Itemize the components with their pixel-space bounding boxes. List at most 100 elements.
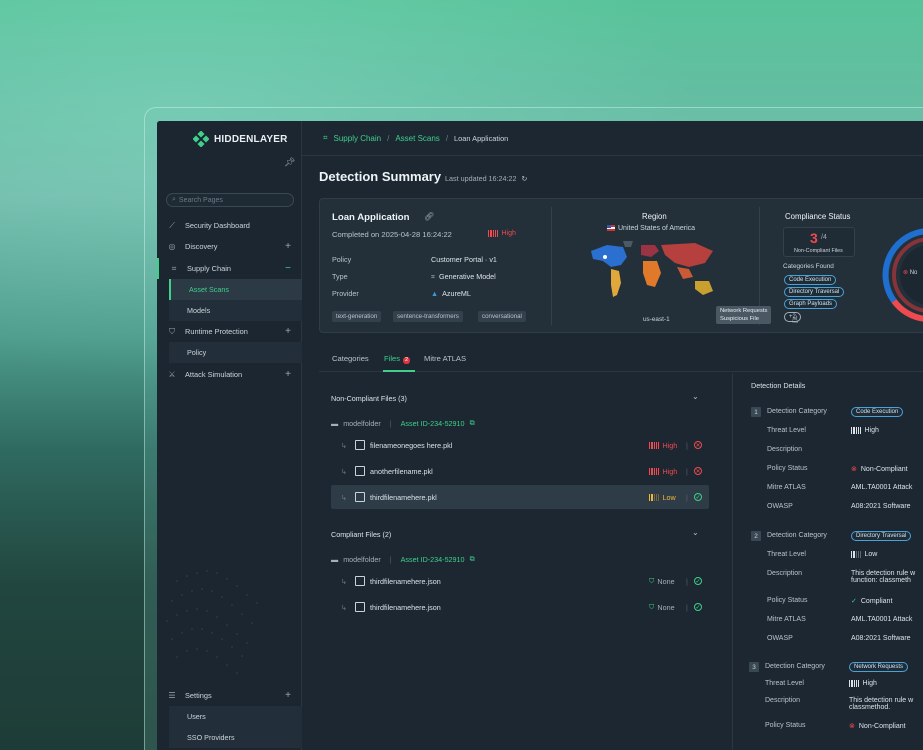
threat-level-value: High bbox=[849, 680, 877, 687]
sidebar-item-security-dashboard[interactable]: ⟋ Security Dashboard bbox=[157, 215, 302, 236]
file-row[interactable]: ↳ thirdfilenamehere.pkl Low | ✓ bbox=[331, 485, 709, 509]
copy-icon[interactable]: ⧉ bbox=[470, 554, 475, 564]
link-icon[interactable]: 🔗︎ bbox=[424, 212, 434, 221]
file-row[interactable]: ↳ thirdfilenamehere.json ⛉ None | ✓ bbox=[331, 569, 709, 593]
threat-bars-icon bbox=[649, 467, 660, 475]
x-circle-icon: ⊗ bbox=[903, 270, 909, 276]
file-name: thirdfilenamehere.json bbox=[370, 576, 441, 586]
sidebar-subitem-models[interactable]: Models bbox=[169, 300, 302, 321]
sidebar: HIDDENLAYER 📌︎ ⌕ Search Pages ⟋ Security… bbox=[157, 121, 302, 750]
category-pill[interactable]: Code Execution bbox=[784, 275, 837, 285]
sliders-icon: ☰ bbox=[168, 691, 176, 700]
file-icon bbox=[355, 602, 365, 612]
expand-icon[interactable]: + bbox=[285, 369, 291, 380]
sidebar-item-label: Security Dashboard bbox=[185, 221, 250, 230]
separator: | bbox=[686, 576, 688, 586]
sidebar-item-label: Discovery bbox=[185, 242, 218, 251]
detection-details-header: Detection Details bbox=[751, 381, 806, 390]
region-country: United States of America bbox=[607, 225, 695, 232]
asset-id: Asset ID-234-52910 bbox=[400, 418, 465, 428]
threat-label: Threat Level bbox=[767, 551, 806, 558]
sidebar-subitem-asset-scans[interactable]: Asset Scans bbox=[169, 279, 302, 300]
sidebar-item-settings[interactable]: ☰ Settings + bbox=[157, 685, 302, 706]
threat-level-value: Low bbox=[851, 551, 877, 558]
policy-value: Customer Portal · v1 bbox=[431, 255, 497, 264]
folder-row[interactable]: ▬ modelfolder | Asset ID-234-52910 ⧉ bbox=[331, 418, 475, 428]
sidebar-item-label: Settings bbox=[185, 691, 212, 700]
x-circle-icon: ✕ bbox=[694, 441, 702, 449]
files-panel: Non-Compliant Files (3) ⌄ ▬ modelfolder … bbox=[319, 373, 733, 750]
threat-level-label: High bbox=[662, 440, 678, 450]
category-pill[interactable]: Directory Traversal bbox=[784, 287, 845, 297]
scan-icon: ⌗ bbox=[171, 263, 177, 273]
policy-status-text: Non-Compliant bbox=[858, 723, 906, 730]
policy-label: Policy Status bbox=[767, 465, 808, 472]
folder-icon: ▬ bbox=[331, 554, 339, 564]
sidebar-item-label: Attack Simulation bbox=[185, 370, 243, 379]
sidebar-subitem-sso-providers[interactable]: SSO Providers bbox=[169, 727, 302, 748]
brand-logo[interactable]: HIDDENLAYER bbox=[192, 130, 288, 148]
threat-level-text: High bbox=[862, 680, 877, 687]
description-line: This detection rule w bbox=[849, 697, 914, 704]
tab-mitre-atlas[interactable]: Mitre ATLAS bbox=[424, 354, 466, 363]
file-row[interactable]: ↳ anotherfilename.pkl High | ✕ bbox=[331, 459, 709, 483]
pin-icon[interactable]: 📌︎ bbox=[284, 157, 295, 168]
chevron-down-icon[interactable]: ⌄ bbox=[692, 392, 699, 401]
compliant-files-header: Compliant Files (2) bbox=[331, 530, 392, 539]
description-label: Description bbox=[767, 570, 803, 577]
separator: | bbox=[686, 492, 688, 502]
asset-id: Asset ID-234-52910 bbox=[400, 554, 465, 564]
breadcrumb-asset-scans[interactable]: Asset Scans bbox=[395, 134, 439, 143]
search-pages-field[interactable]: ⌕ Search Pages bbox=[166, 193, 294, 207]
last-updated: Last updated 16:24:22 ↻ bbox=[445, 174, 528, 183]
check-circle-icon: ✓ bbox=[694, 493, 702, 501]
mitre-label: Mitre ATLAS bbox=[767, 484, 806, 491]
detection-category-pill[interactable]: Code Execution bbox=[851, 407, 904, 417]
noncompliant-count: 3 bbox=[810, 230, 818, 246]
breadcrumb: ⌗ Supply Chain / Asset Scans / Loan Appl… bbox=[302, 121, 923, 156]
category-label: Detection Category bbox=[767, 408, 827, 415]
folder-name: modelfolder bbox=[343, 554, 381, 564]
breadcrumb-supply-chain[interactable]: Supply Chain bbox=[334, 134, 382, 143]
threat-level: High bbox=[649, 441, 677, 450]
sidebar-item-runtime-protection[interactable]: ⛉ Runtime Protection + bbox=[157, 321, 302, 342]
file-row[interactable]: ↳ thirdfilenamehere.json ⛉ None | ✓ bbox=[331, 595, 709, 619]
tab-files[interactable]: Files 2 bbox=[384, 354, 411, 364]
sidebar-item-supply-chain[interactable]: ⌗ Supply Chain − bbox=[157, 258, 302, 279]
category-label: Detection Category bbox=[767, 532, 827, 539]
sidebar-item-discovery[interactable]: ◎ Discovery + bbox=[157, 236, 302, 257]
folder-row[interactable]: ▬ modelfolder | Asset ID-234-52910 ⧉ bbox=[331, 554, 475, 564]
threat-level: High bbox=[649, 467, 677, 476]
file-icon bbox=[355, 576, 365, 586]
tab-categories[interactable]: Categories bbox=[332, 354, 369, 363]
refresh-icon[interactable]: ↻ bbox=[522, 174, 528, 183]
policy-label: Policy Status bbox=[765, 722, 806, 729]
detection-category-pill[interactable]: Network Requests bbox=[849, 662, 909, 672]
child-arrow-icon: ↳ bbox=[341, 576, 348, 586]
world-map bbox=[591, 241, 713, 297]
sidebar-subitem-policy[interactable]: Policy bbox=[169, 342, 302, 363]
sidebar-subitem-users[interactable]: Users bbox=[169, 706, 302, 727]
x-circle-icon: ⊗ bbox=[851, 466, 857, 473]
copy-icon[interactable]: ⧉ bbox=[470, 418, 475, 428]
description-label: Description bbox=[765, 697, 801, 704]
expand-icon[interactable]: + bbox=[285, 326, 291, 337]
logo-wordmark: HIDDENLAYER bbox=[214, 133, 288, 145]
file-row[interactable]: ↳ filenameonegoes here.pkl High | ✕ bbox=[331, 433, 709, 457]
noncompliant-box: 3 /4 Non-Compliant Files bbox=[783, 227, 855, 257]
category-pill[interactable]: Graph Payloads bbox=[784, 299, 838, 309]
type-value-text: Generative Model bbox=[439, 272, 496, 281]
region-title: Region bbox=[642, 212, 667, 221]
search-icon: ⌕ bbox=[172, 196, 176, 203]
expand-icon[interactable]: + bbox=[285, 241, 291, 252]
model-name: Loan Application bbox=[332, 212, 410, 223]
file-icon bbox=[355, 492, 365, 502]
policy-label: Policy bbox=[332, 255, 352, 264]
owasp-label: OWASP bbox=[767, 503, 793, 510]
chevron-down-icon[interactable]: ⌄ bbox=[692, 528, 699, 537]
collapse-icon[interactable]: − bbox=[285, 263, 291, 274]
sidebar-item-attack-simulation[interactable]: ⚔︎ Attack Simulation + bbox=[157, 364, 302, 385]
expand-icon[interactable]: + bbox=[285, 690, 291, 701]
detection-category-pill[interactable]: Directory Traversal bbox=[851, 531, 912, 541]
child-arrow-icon: ↳ bbox=[341, 440, 348, 450]
